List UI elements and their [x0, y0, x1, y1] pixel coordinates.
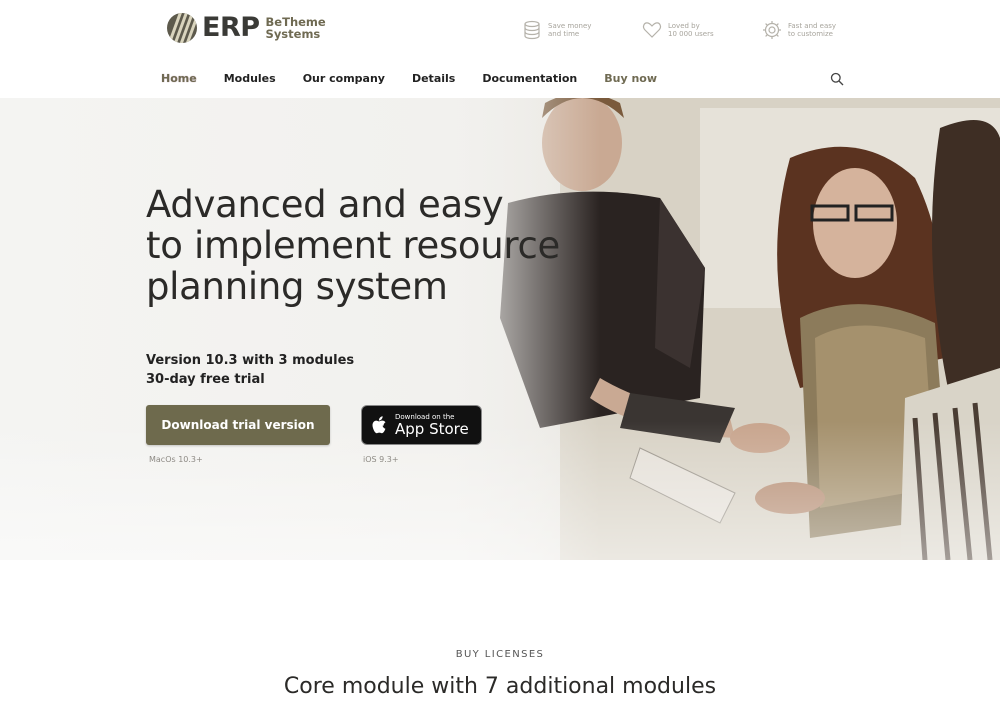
feature-text-line: and time	[548, 30, 580, 38]
feature-text-line: Save money	[548, 22, 592, 30]
apple-icon	[372, 416, 386, 434]
logo-wordmark: ERP	[202, 12, 260, 43]
header-features: Save money and time Loved by 10 000 user…	[522, 20, 882, 40]
site-header: ERP BeTheme Systems Save money and time …	[0, 0, 1000, 98]
app-store-button[interactable]: Download on the App Store	[361, 405, 482, 445]
hero-subtitle: Version 10.3 with 3 modules 30-day free …	[146, 353, 355, 387]
hero-title: Advanced and easy to implement resource …	[146, 183, 561, 308]
heart-icon	[642, 22, 662, 38]
nav-item-details[interactable]: Details	[412, 72, 455, 85]
store-os-note: iOS 9.3+	[363, 455, 399, 464]
feature-text-line: Fast and easy	[788, 22, 837, 30]
logo-mark-icon	[167, 12, 197, 43]
hero-section: Advanced and easy to implement resource …	[0, 98, 1000, 560]
logo[interactable]: ERP BeTheme Systems	[167, 12, 326, 43]
nav-item-modules[interactable]: Modules	[224, 72, 276, 85]
licenses-title: Core module with 7 additional modules	[283, 674, 717, 699]
trial-os-note: MacOs 10.3+	[149, 455, 203, 464]
nav-item-our-company[interactable]: Our company	[303, 72, 385, 85]
store-big-text: App Store	[395, 419, 469, 438]
feature-loved: Loved by 10 000 users	[642, 20, 762, 40]
feature-customize: Fast and easy to customize	[762, 20, 882, 40]
licenses-label: BUY LICENSES	[455, 649, 545, 660]
feature-save-money: Save money and time	[522, 20, 642, 40]
feature-text-line: Loved by	[668, 22, 700, 30]
download-trial-button[interactable]: Download trial version	[146, 405, 330, 445]
feature-text-line: to customize	[788, 30, 833, 38]
feature-text-line: 10 000 users	[668, 30, 714, 38]
database-icon	[524, 20, 540, 40]
nav-item-documentation[interactable]: Documentation	[482, 72, 577, 85]
nav-item-buy-now[interactable]: Buy now	[604, 72, 657, 85]
search-icon[interactable]	[830, 72, 844, 86]
gear-icon	[763, 21, 781, 39]
hero-photo	[0, 98, 1000, 560]
main-nav: Home Modules Our company Details Documen…	[161, 72, 684, 85]
nav-item-home[interactable]: Home	[161, 72, 197, 85]
logo-subtitle: BeTheme Systems	[265, 14, 326, 41]
